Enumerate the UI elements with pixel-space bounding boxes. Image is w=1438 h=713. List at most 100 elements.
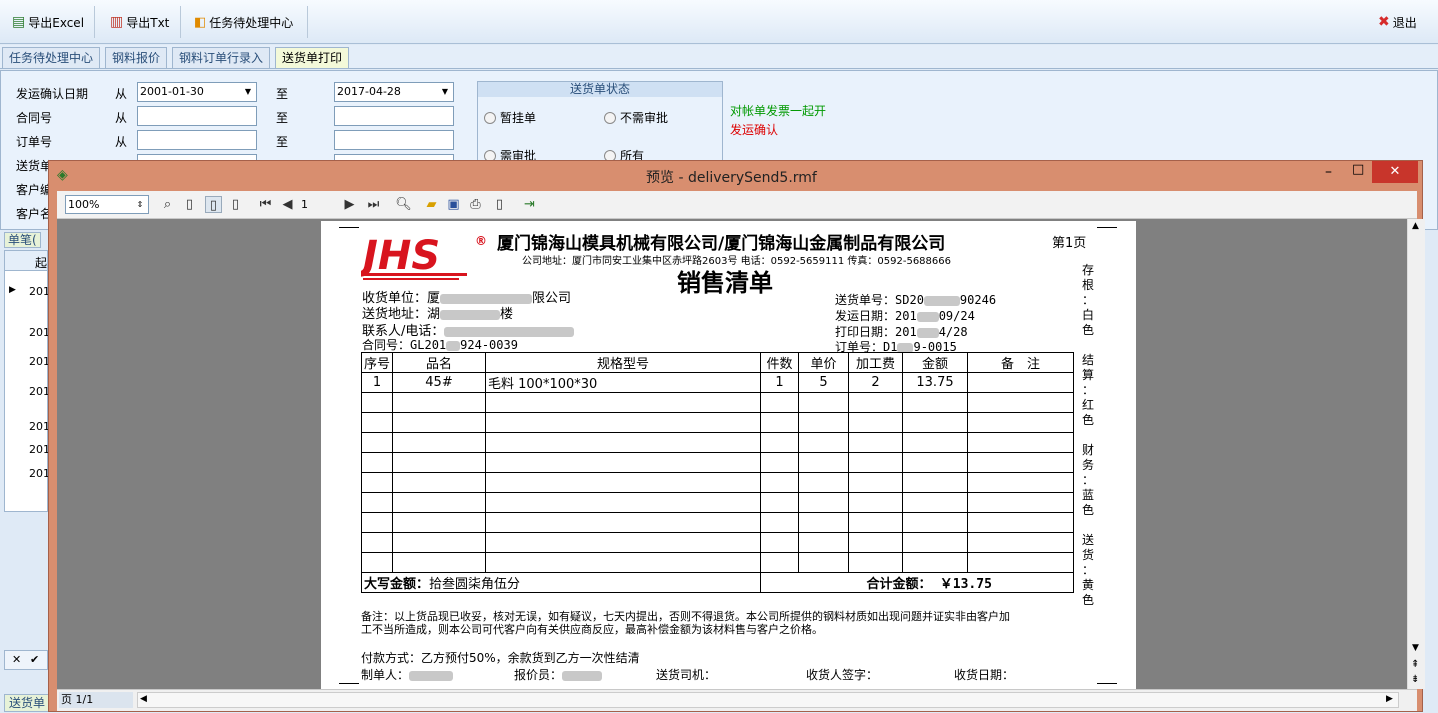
next-page-icon[interactable]: ▶ <box>341 196 358 213</box>
side-label-settlement: 结算：红色 <box>1081 353 1094 427</box>
doc-title: 销售清单 <box>677 269 773 297</box>
side-label-finance: 财务：蓝色 <box>1081 443 1094 517</box>
scroll-left-icon[interactable]: ◀ <box>140 694 147 704</box>
tab-steel-order-entry[interactable]: 钢料订单行录入 <box>172 47 271 68</box>
page-up-icon[interactable]: ⇞ <box>1411 659 1419 670</box>
grid-cell[interactable]: 201 <box>29 326 50 339</box>
scroll-down-icon[interactable]: ▼ <box>1412 643 1419 653</box>
order-from-input[interactable] <box>137 130 257 150</box>
page-label: 第1页 <box>1052 236 1087 251</box>
spin-icon[interactable]: ⇕ <box>132 196 148 213</box>
scroll-up-icon[interactable]: ▲ <box>1412 221 1419 231</box>
page-down-icon[interactable]: ⇟ <box>1411 674 1419 685</box>
svg-text:JHS: JHS <box>361 233 440 279</box>
txt-icon: ▥ <box>110 14 124 30</box>
order-to-input[interactable] <box>334 130 454 150</box>
from-label: 从 <box>115 111 128 125</box>
to-label: 至 <box>276 111 289 125</box>
page-icon[interactable]: ▯ <box>227 196 244 213</box>
tab-delivery[interactable]: 送货单 <box>4 694 51 712</box>
minimize-button[interactable]: – <box>1325 164 1332 180</box>
tab-task-center[interactable]: 任务待处理中心 <box>2 47 101 68</box>
chevron-down-icon[interactable]: ▼ <box>240 83 256 101</box>
find-icon[interactable]: 🔍︎ <box>395 196 412 213</box>
main-toolbar: ▤ 导出Excel ▥ 导出Txt ◧ 任务待处理中心 ✖ 退出 <box>0 0 1438 44</box>
customer-name-label: 客户名 <box>16 207 53 221</box>
last-page-icon[interactable]: ⏭ <box>365 196 382 213</box>
company-name: 厦门锦海山模具机械有限公司/厦门锦海山金属制品有限公司 <box>497 234 946 254</box>
preview-title: 预览 - deliverySend5.rmf <box>646 170 817 186</box>
items-table: 序号 品名 规格型号 件数 单价 加工费 金额 备 注 1 45# 毛料 100… <box>361 352 1074 593</box>
print-icon[interactable]: ⎙ <box>467 196 484 213</box>
export-excel-button[interactable]: ▤ 导出Excel <box>6 8 90 36</box>
whole-page-icon[interactable]: ▯ <box>181 196 198 213</box>
ship-confirm-note: 发运确认 <box>730 123 779 137</box>
contract-to-input[interactable] <box>334 106 454 126</box>
contract-no-label: 合同号 <box>16 111 53 125</box>
side-label-stub: 存根：白色 <box>1081 263 1094 337</box>
exit-preview-icon[interactable]: ⇥ <box>521 196 538 213</box>
to-label: 至 <box>276 135 289 149</box>
horizontal-scrollbar[interactable]: ◀ ▶ <box>137 692 1399 708</box>
page-indicator: 页 1/1 <box>59 692 133 708</box>
delivery-status-title: 送货单状态 <box>478 82 722 97</box>
tab-delivery-print[interactable]: 送货单打印 <box>275 47 350 68</box>
preview-titlebar: ◈ 预览 - deliverySend5.rmf – □ ✕ <box>49 161 1422 189</box>
save-icon[interactable]: ▣ <box>445 196 462 213</box>
grid-tab-strip: 单笔( <box>4 230 48 250</box>
new-page-icon[interactable]: ▯ <box>491 196 508 213</box>
close-icon: ✖ <box>1378 14 1390 30</box>
first-page-icon[interactable]: ⏮ <box>257 196 274 213</box>
grid-cell[interactable]: 201 <box>29 285 50 298</box>
prev-page-icon[interactable]: ◀ <box>279 196 296 213</box>
radio-no-approval[interactable]: 不需审批 <box>604 109 668 126</box>
date-to-select[interactable]: 2017-04-28 ▼ <box>334 82 454 102</box>
quoter-line: 报价员： <box>514 666 603 683</box>
maker-line: 制单人： <box>361 666 454 683</box>
grid-cell[interactable]: 201 <box>29 355 50 368</box>
table-row: 1 45# 毛料 100*100*30 1 5 2 13.75 <box>361 372 1074 393</box>
scroll-right-icon[interactable]: ▶ <box>1386 694 1393 704</box>
zoom-select[interactable]: 100% ⇕ <box>65 195 149 214</box>
order-no-label: 订单号 <box>16 135 53 149</box>
search-icon[interactable]: ⌕ <box>159 196 176 213</box>
ship-date-line: 发运日期：201 09/24 <box>835 309 975 323</box>
open-icon[interactable]: ▰ <box>423 196 440 213</box>
maximize-button[interactable]: □ <box>1352 162 1364 177</box>
from-label: 从 <box>115 135 128 149</box>
close-button[interactable]: ✕ <box>1372 161 1418 183</box>
radio-on-hold[interactable]: 暂挂单 <box>484 109 536 126</box>
delivery-no-line: 送货单号：SD20 90246 <box>835 293 997 307</box>
exit-button[interactable]: ✖ 退出 <box>1372 8 1423 36</box>
signer-label: 收货人签字： <box>806 668 879 682</box>
side-label-delivery: 送货：黄色 <box>1081 533 1094 607</box>
page-number-input[interactable]: 1 <box>301 198 308 211</box>
cancel-icon[interactable]: ✕ <box>12 653 21 666</box>
preview-toolbar: 100% ⇕ ⌕ ▯ ▯ ▯ ⏮ ◀ 1 ▶ ⏭ 🔍︎ ▰ ▣ ⎙ ▯ ⇥ <box>57 191 1417 219</box>
driver-label: 送货司机： <box>656 668 717 682</box>
page-width-icon[interactable]: ▯ <box>205 196 222 213</box>
paper-page: JHS ® 厦门锦海山模具机械有限公司/厦门锦海山金属制品有限公司 第1页 公司… <box>321 221 1136 689</box>
delivery-status-group: 送货单状态 暂挂单 不需审批 需审批 所有 <box>477 81 723 171</box>
grid-cell[interactable]: 201 <box>29 385 50 398</box>
tab-steel-quote[interactable]: 钢料报价 <box>105 47 168 68</box>
single-tab[interactable]: 单笔( <box>4 232 41 248</box>
tab-bar: 任务待处理中心 钢料报价 钢料订单行录入 送货单打印 <box>0 45 1438 69</box>
app-icon: ◈ <box>57 167 68 183</box>
task-center-button[interactable]: ◧ 任务待处理中心 <box>188 8 299 36</box>
grid-header: 起 <box>35 256 48 270</box>
chevron-down-icon[interactable]: ▼ <box>437 83 453 101</box>
preview-window: ◈ 预览 - deliverySend5.rmf – □ ✕ 100% ⇕ ⌕ … <box>48 160 1425 712</box>
payment-terms: 付款方式：乙方预付50%，余款货到乙方一次性结清 <box>361 651 640 665</box>
grid-cell[interactable]: 201 <box>29 467 50 480</box>
contract-from-input[interactable] <box>137 106 257 126</box>
grid-nav: ✕ ✔ <box>4 650 48 670</box>
export-txt-button[interactable]: ▥ 导出Txt <box>104 8 175 36</box>
row-marker-icon: ▶ <box>9 285 16 295</box>
grid-cell[interactable]: 201 <box>29 443 50 456</box>
date-from-select[interactable]: 2001-01-30 ▼ <box>137 82 257 102</box>
statement-invoice-note: 对帐单发票一起开 <box>730 104 827 118</box>
vertical-scrollbar[interactable]: ▲ ▼ ⇞ ⇟ <box>1407 219 1425 689</box>
check-icon[interactable]: ✔ <box>30 653 39 666</box>
grid-cell[interactable]: 201 <box>29 420 50 433</box>
